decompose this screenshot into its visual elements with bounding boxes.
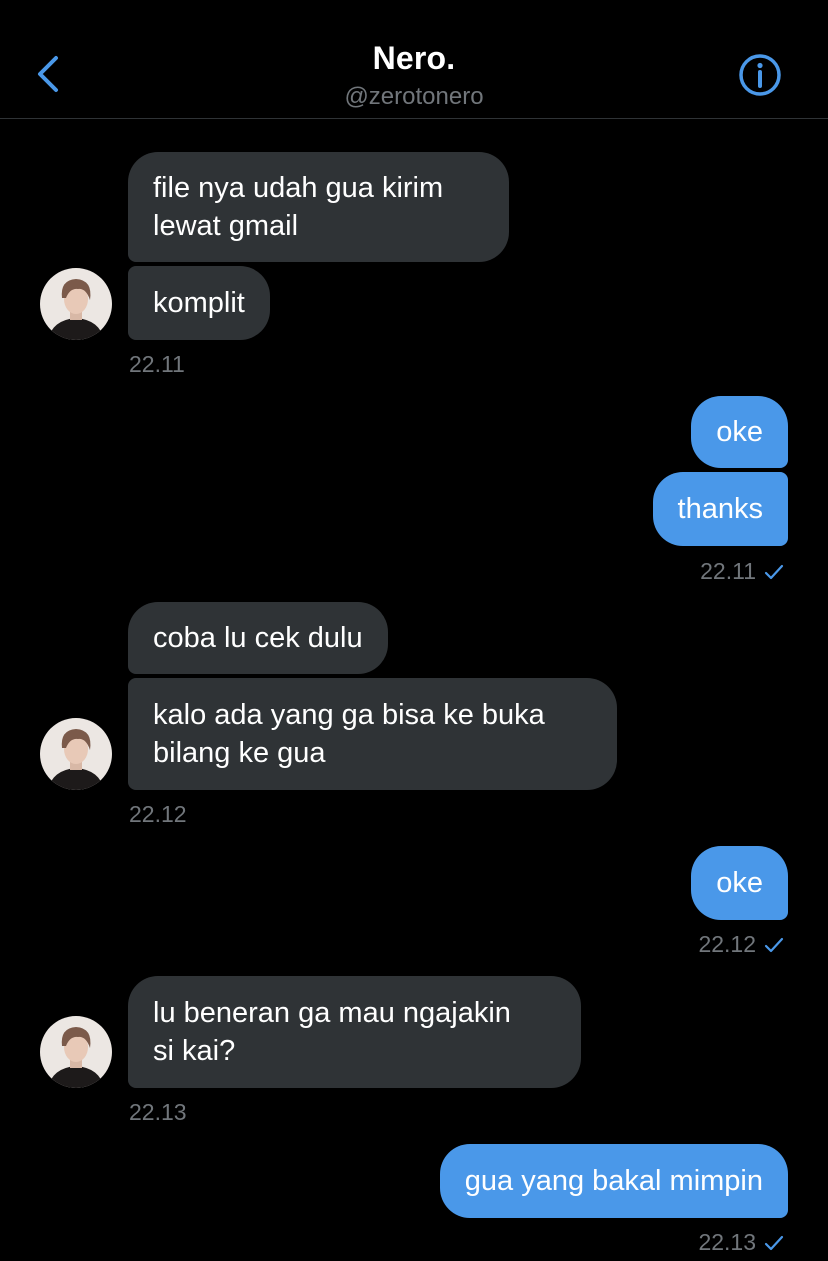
message-line: bilang ke gua [153, 737, 326, 769]
sent-check-icon [764, 937, 784, 952]
contact-name[interactable]: Nero. [0, 40, 828, 77]
message-bubble-incoming[interactable]: coba lu cek dulu [128, 602, 388, 674]
timestamp: 22.12 [129, 801, 187, 827]
contact-handle: @zerotonero [344, 83, 484, 110]
profile-photo-avatar [40, 1016, 112, 1088]
avatar[interactable] [40, 718, 112, 790]
avatar[interactable] [40, 268, 112, 340]
avatar[interactable] [40, 1016, 112, 1088]
message-line: file nya udah gua kirim [153, 172, 444, 204]
message-bubble-incoming[interactable]: file nya udah gua kirim lewat gmail [128, 152, 509, 262]
info-circle-icon [739, 54, 781, 96]
message-bubble-outgoing[interactable]: gua yang bakal mimpin [439, 1144, 788, 1218]
timestamp-with-status: 22.12 [698, 931, 784, 958]
message-text: gua yang bakal mimpin [464, 1165, 763, 1197]
message-text: oke [716, 416, 763, 448]
timestamp: 22.13 [129, 1099, 187, 1125]
message-text: thanks [677, 493, 763, 525]
info-button[interactable] [738, 53, 782, 97]
message-text: oke [716, 867, 763, 899]
timestamp-with-status: 22.13 [698, 1229, 784, 1256]
timestamp: 22.13 [698, 1229, 756, 1255]
message-bubble-outgoing[interactable]: oke [691, 396, 788, 468]
conversation-header: Nero. @zerotonero [0, 0, 828, 119]
timestamp: 22.11 [129, 351, 185, 377]
profile-photo-avatar [40, 718, 112, 790]
message-line: lewat gmail [153, 210, 299, 242]
message-text: coba lu cek dulu [153, 622, 363, 654]
message-bubble-incoming[interactable]: lu beneran ga mau ngajakin si kai? [128, 976, 581, 1088]
message-line: lu beneran ga mau ngajakin [153, 997, 511, 1029]
message-line: si kai? [153, 1035, 236, 1067]
message-bubble-incoming[interactable]: komplit [128, 266, 270, 340]
profile-photo-avatar [40, 268, 112, 340]
timestamp-with-status: 22.11 [700, 558, 784, 585]
message-bubble-outgoing[interactable]: oke [691, 846, 788, 920]
timestamp: 22.12 [698, 931, 756, 957]
sent-check-icon [764, 1235, 784, 1250]
timestamp: 22.11 [700, 558, 756, 584]
sent-check-icon [764, 564, 784, 579]
message-text: komplit [153, 287, 245, 319]
message-line: kalo ada yang ga bisa ke buka [153, 699, 545, 731]
message-bubble-outgoing[interactable]: thanks [652, 472, 788, 546]
message-bubble-incoming[interactable]: kalo ada yang ga bisa ke buka bilang ke … [128, 678, 617, 790]
